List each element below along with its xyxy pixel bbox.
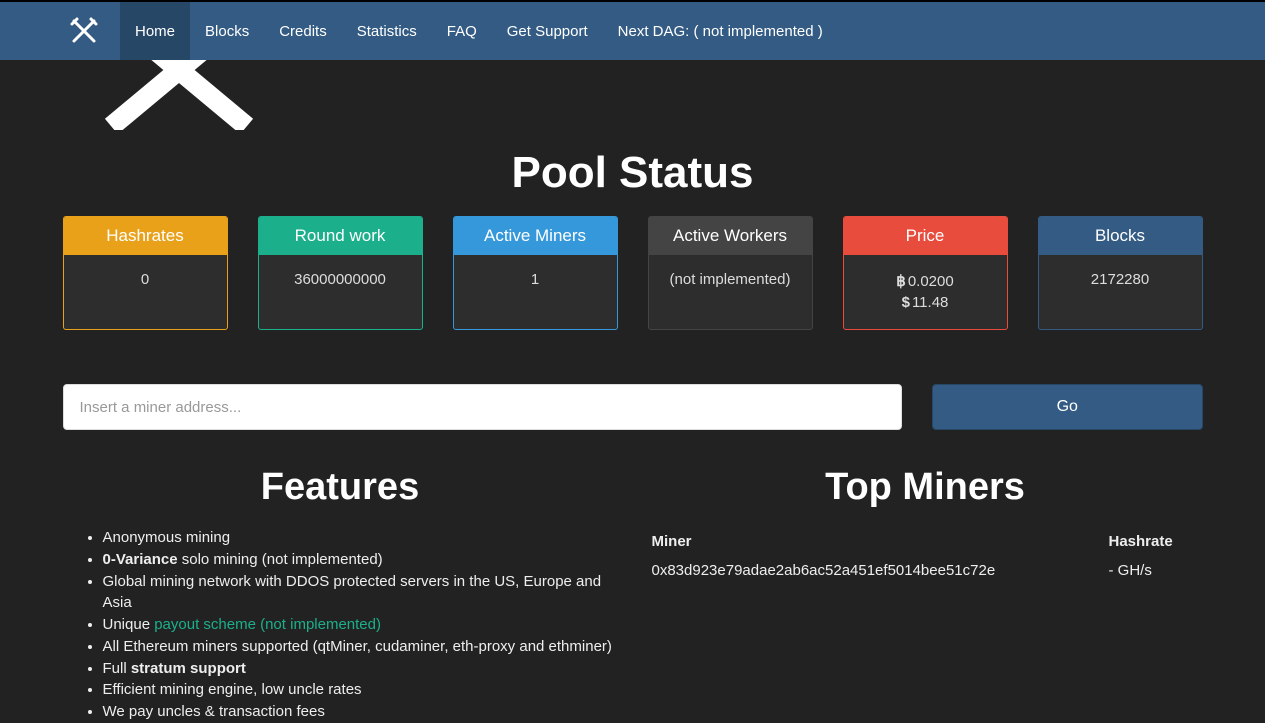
nav-next-dag: Next DAG: ( not implemented ) — [603, 2, 838, 60]
go-button[interactable]: Go — [932, 384, 1203, 430]
features-title: Features — [63, 466, 618, 509]
stat-roundwork: Round work 36000000000 — [258, 216, 423, 330]
feature-item: Unique payout scheme (not implemented) — [103, 614, 618, 636]
top-miners-title: Top Miners — [648, 466, 1203, 509]
stat-price: Price ฿0.0200 $11.48 — [843, 216, 1008, 330]
stat-hashrates-title: Hashrates — [64, 217, 227, 255]
feature-item: Global mining network with DDOS protecte… — [103, 571, 618, 615]
nav-credits[interactable]: Credits — [264, 2, 342, 60]
table-header-miner: Miner — [652, 533, 1109, 550]
stat-miners-value: 1 — [454, 255, 617, 304]
bitcoin-icon: ฿ — [896, 273, 906, 290]
nav-faq[interactable]: FAQ — [432, 2, 492, 60]
stat-miners-title: Active Miners — [454, 217, 617, 255]
hero-logo — [63, 60, 1203, 140]
stats-row: Hashrates 0 Round work 36000000000 Activ… — [63, 216, 1203, 330]
search-row: Go — [63, 384, 1203, 430]
miner-address: 0x83d923e79adae2ab6ac52a451ef5014bee51c7… — [652, 562, 1109, 579]
stat-price-usd: $11.48 — [848, 292, 1003, 313]
miner-address-input[interactable] — [63, 384, 903, 430]
pool-status-title: Pool Status — [63, 148, 1203, 198]
stat-hashrates-value: 0 — [64, 255, 227, 304]
nav-get-support[interactable]: Get Support — [492, 2, 603, 60]
nav-home[interactable]: Home — [120, 2, 190, 60]
navbar: Home Blocks Credits Statistics FAQ Get S… — [0, 0, 1265, 60]
nav-statistics[interactable]: Statistics — [342, 2, 432, 60]
feature-item: 0-Variance solo mining (not implemented) — [103, 549, 618, 571]
payout-scheme-link[interactable]: payout scheme (not implemented) — [154, 616, 381, 633]
brand-logo-icon[interactable] — [62, 9, 106, 53]
nav-blocks[interactable]: Blocks — [190, 2, 264, 60]
stat-price-title: Price — [844, 217, 1007, 255]
table-header-hashrate: Hashrate — [1109, 533, 1199, 550]
stat-price-btc: ฿0.0200 — [848, 271, 1003, 292]
stat-hashrates: Hashrates 0 — [63, 216, 228, 330]
stat-roundwork-value: 36000000000 — [259, 255, 422, 304]
feature-item: Efficient mining engine, low uncle rates — [103, 679, 618, 701]
stat-workers-value: (not implemented) — [649, 255, 812, 304]
feature-item: Anonymous mining — [103, 527, 618, 549]
feature-item: Full stratum support — [103, 658, 618, 680]
feature-item: All Ethereum miners supported (qtMiner, … — [103, 636, 618, 658]
stat-blocks-value: 2172280 — [1039, 255, 1202, 304]
stat-miners: Active Miners 1 — [453, 216, 618, 330]
dollar-icon: $ — [902, 294, 910, 311]
features-section: Features Anonymous mining 0-Variance sol… — [63, 466, 618, 723]
top-miners-section: Top Miners Miner Hashrate 0x83d923e79ada… — [648, 466, 1203, 723]
miner-hashrate: - GH/s — [1109, 562, 1199, 579]
stat-blocks: Blocks 2172280 — [1038, 216, 1203, 330]
feature-item: We pay uncles & transaction fees — [103, 701, 618, 723]
stat-workers-title: Active Workers — [649, 217, 812, 255]
stat-blocks-title: Blocks — [1039, 217, 1202, 255]
stat-workers: Active Workers (not implemented) — [648, 216, 813, 330]
table-row: 0x83d923e79adae2ab6ac52a451ef5014bee51c7… — [648, 556, 1203, 585]
stat-roundwork-title: Round work — [259, 217, 422, 255]
